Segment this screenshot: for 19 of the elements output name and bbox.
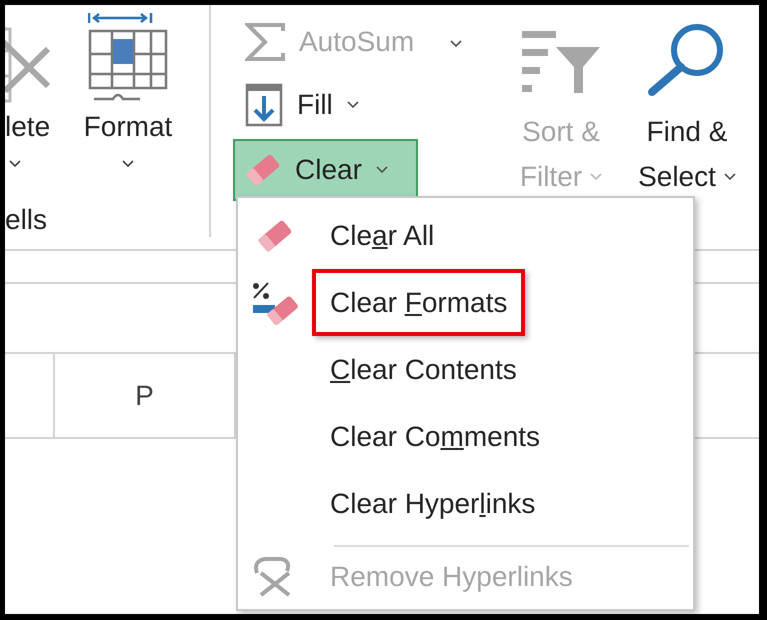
menu-item[interactable]: Clear Hyperlinks (238, 470, 693, 537)
menu-item[interactable]: Clear Contents (238, 336, 693, 403)
caret-icon (724, 172, 736, 180)
format-button[interactable]: Format (76, 5, 180, 178)
fill-button[interactable]: Fill (233, 76, 418, 134)
clear-button[interactable]: Clear (233, 139, 418, 201)
menu-item[interactable]: Clear Comments (238, 403, 693, 470)
fill-down-icon (245, 83, 283, 127)
caret-icon (450, 40, 462, 48)
sigma-icon (245, 23, 285, 61)
caret-icon (590, 172, 602, 180)
caret-icon (9, 160, 21, 168)
caret-icon (122, 160, 134, 168)
group-label: ells (5, 203, 48, 237)
caret-icon (346, 101, 359, 109)
clear-formats-icon (251, 280, 299, 324)
delete-button[interactable]: lete (5, 5, 55, 178)
menu-item[interactable]: Clear Formats (238, 269, 693, 336)
caret-icon (376, 166, 388, 174)
